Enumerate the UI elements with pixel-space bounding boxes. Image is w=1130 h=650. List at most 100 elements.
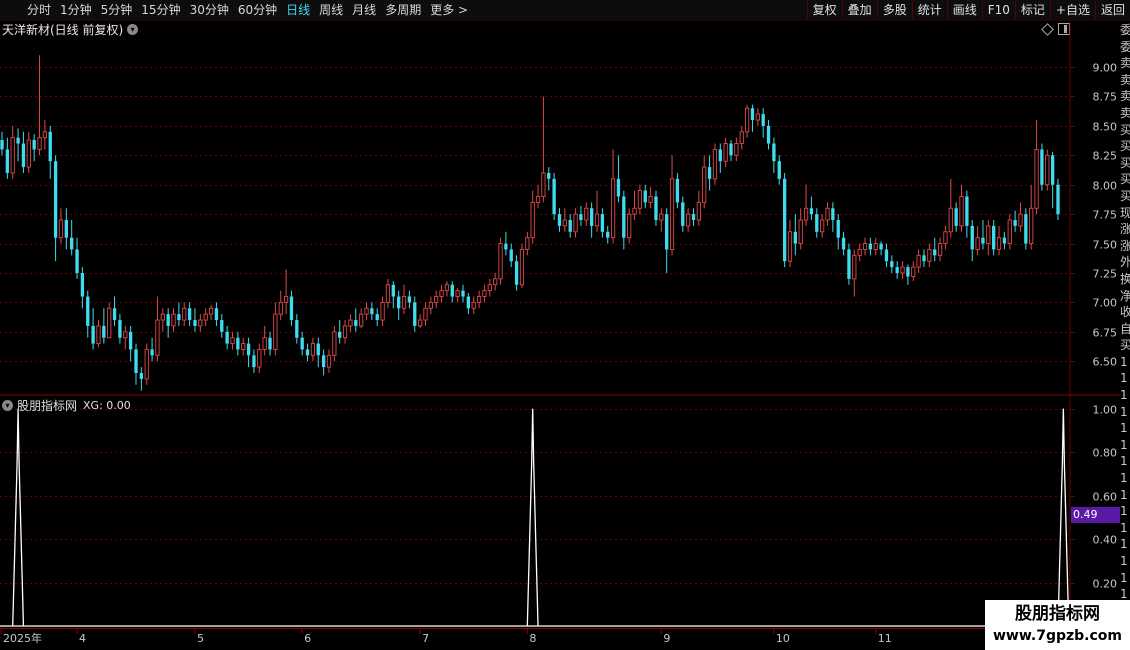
candle-body	[155, 319, 160, 356]
right-strip-glyph: 1	[1120, 388, 1128, 403]
date-tick-label: 10	[776, 632, 790, 645]
candle-body	[922, 255, 926, 262]
candlestick-chart[interactable]: 6.50 6.75 7.00 7.25 7.50 7.75 8.00 8.25 8.50 8.75…	[0, 0, 1130, 628]
indicator-tick-label: 0.40	[1093, 534, 1118, 547]
candle-body	[268, 337, 272, 350]
candle-body	[321, 355, 326, 368]
candle-body	[10, 137, 15, 174]
candle-body	[589, 208, 594, 226]
candle-body	[659, 213, 664, 221]
candle-body	[637, 190, 643, 209]
candle-body	[568, 220, 572, 232]
candle-body	[118, 320, 122, 338]
candle-body	[573, 213, 578, 233]
candle-body	[257, 349, 262, 368]
candle-body	[338, 331, 342, 338]
chevron-down-icon[interactable]: ▾	[2, 399, 13, 411]
candle-body	[895, 267, 899, 273]
candle-body	[975, 237, 980, 250]
candle-body	[37, 137, 42, 150]
candle-body	[182, 307, 187, 321]
candle-body	[831, 208, 835, 221]
candle-body	[342, 325, 348, 339]
price-tick-label: 7.75	[1093, 209, 1118, 222]
right-strip-glyph: 买	[1120, 172, 1130, 187]
candle-body	[128, 331, 133, 350]
right-strip-glyph: 卖	[1120, 56, 1130, 71]
candle-body	[385, 284, 391, 303]
candle-body	[354, 320, 358, 326]
price-tick-label: 8.50	[1093, 121, 1118, 134]
candle-body	[177, 314, 181, 321]
candle-body	[643, 190, 647, 203]
right-strip-glyph: 净	[1120, 288, 1130, 303]
candle-body	[954, 208, 958, 226]
candle-body	[332, 331, 337, 356]
candle-body	[289, 296, 294, 321]
candle-body	[1013, 220, 1017, 226]
candle-body	[476, 296, 482, 303]
right-strip-glyph: 1	[1120, 437, 1128, 452]
candle-body	[150, 349, 154, 356]
candle-body	[316, 343, 320, 356]
candle-body	[112, 308, 117, 321]
price-tick-label: 6.75	[1093, 327, 1118, 340]
watermark: 股朋指标网 www.7gpzb.com	[985, 600, 1130, 650]
candle-body	[370, 308, 374, 315]
candle-body	[648, 196, 653, 203]
date-tick-label: 11	[878, 632, 892, 645]
candle-body	[493, 278, 498, 286]
candle-body	[434, 296, 439, 303]
right-strip-glyph: 1	[1120, 537, 1128, 552]
candle-body	[916, 254, 921, 268]
candle-body	[1018, 213, 1023, 227]
candle-body	[32, 140, 36, 150]
price-tick-label: 7.50	[1093, 239, 1118, 252]
candle-body	[423, 307, 428, 321]
candle-body	[803, 207, 809, 221]
candle-body	[305, 349, 310, 356]
candle-body	[246, 343, 251, 356]
candle-body	[160, 313, 165, 321]
candle-body	[397, 296, 401, 309]
candle-body	[535, 196, 541, 203]
candle-body	[1007, 219, 1012, 245]
candle-body	[691, 214, 696, 221]
candle-body	[193, 320, 197, 326]
candle-body	[761, 114, 765, 126]
candle-body	[606, 231, 610, 238]
candle-body	[58, 219, 64, 239]
candle-body	[359, 313, 364, 327]
candle-body	[686, 213, 691, 227]
right-strip-glyph: 1	[1120, 354, 1128, 369]
candle-body	[927, 248, 932, 262]
candle-body	[530, 201, 535, 239]
indicator-header: ▾ 股朋指标网 XG: 0.00	[2, 397, 131, 413]
candle-body	[798, 219, 803, 245]
candle-body	[241, 343, 246, 350]
candle-body	[933, 249, 937, 256]
candle-body	[91, 325, 95, 344]
candle-body	[203, 313, 208, 321]
candle-body	[862, 243, 868, 250]
right-strip-glyph: 换	[1120, 271, 1130, 286]
candle-body	[26, 139, 31, 168]
candle-body	[471, 301, 476, 309]
right-strip-glyph: 卖	[1120, 89, 1130, 104]
candle-body	[1024, 214, 1028, 244]
candle-body	[809, 208, 814, 215]
indicator-name: 股朋指标网	[17, 398, 78, 413]
candle-body	[417, 319, 423, 327]
candle-body	[208, 307, 214, 315]
candle-body	[937, 243, 943, 256]
price-tick-label: 7.25	[1093, 268, 1118, 281]
price-tick-label: 8.25	[1093, 150, 1118, 163]
candle-body	[986, 225, 991, 245]
candle-body	[48, 131, 52, 162]
price-tick-label: 6.50	[1093, 356, 1118, 369]
candle-body	[401, 296, 407, 309]
candle-body	[461, 290, 465, 297]
candle-body	[1045, 154, 1050, 186]
candle-body	[675, 178, 680, 203]
right-strip-glyph: 买	[1120, 155, 1130, 170]
